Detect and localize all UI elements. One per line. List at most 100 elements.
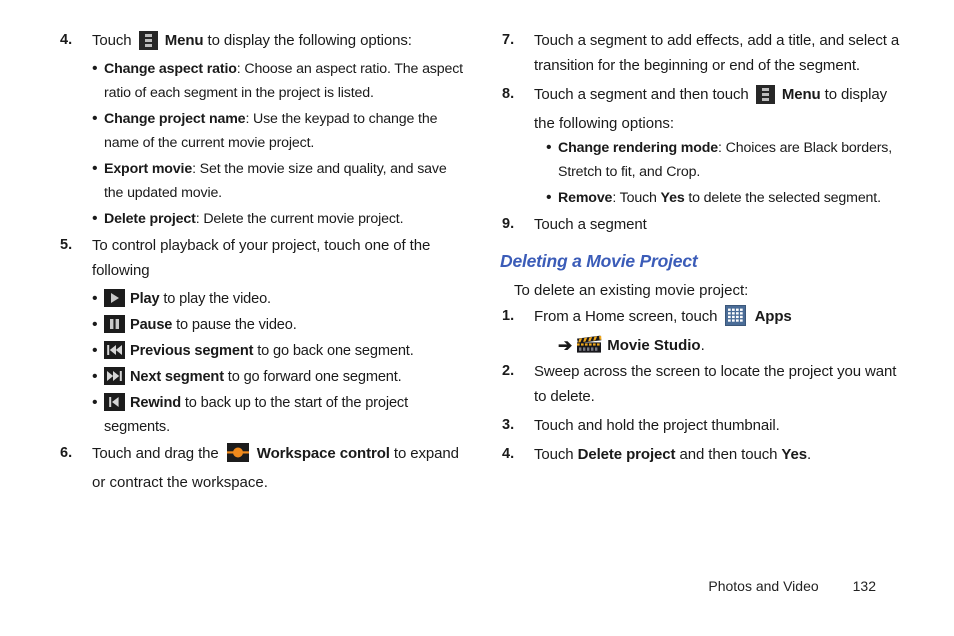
bullet-desc-1: : Touch: [612, 190, 661, 206]
play-icon: [104, 289, 125, 307]
bullet-next-segment: • Next segment to go forward one segment…: [58, 365, 468, 389]
step-4-lead: Touch: [92, 32, 136, 49]
step-text: Touch Delete project and then touch Yes.: [534, 442, 910, 467]
delete-step-1: 1. From a Home screen, touch Apps: [500, 304, 910, 329]
step-6-tail: to expand: [389, 445, 459, 462]
footer-section-title: Photos and Video: [708, 578, 819, 594]
bullet-text: Change rendering mode: Choices are Black…: [558, 136, 910, 184]
bullet-text: Previous segment to go back one segment.: [104, 339, 468, 363]
step-1-lead: From a Home screen, touch: [534, 308, 722, 325]
bullet-term: Change aspect ratio: [104, 61, 237, 77]
bullet-rewind: • Rewind to back up to the start of the …: [58, 391, 468, 439]
step-text: Sweep across the screen to locate the pr…: [534, 363, 897, 405]
arrow-icon: ➔: [558, 336, 573, 355]
step-5: 5. To control playback of your project, …: [58, 233, 468, 283]
step-number: 8.: [502, 86, 515, 102]
step-number: 4.: [60, 32, 73, 48]
bullet-dot: •: [546, 189, 552, 206]
apps-label: Apps: [754, 308, 792, 325]
bullet-term: Next segment: [130, 369, 224, 385]
step-number: 2.: [502, 363, 515, 379]
bullet-export-movie: • Export movie: Set the movie size and q…: [58, 157, 468, 205]
step-8: 8. Touch a segment and then touch Menu t…: [500, 82, 910, 107]
step-4d-lead: Touch: [534, 446, 578, 463]
step-8-lead: Touch a segment and then touch: [534, 86, 753, 103]
bullet-term: Remove: [558, 190, 613, 206]
left-column: 4. Touch Menu to display the following o…: [58, 28, 468, 495]
bullet-change-rendering-mode: • Change rendering mode: Choices are Bla…: [500, 136, 910, 184]
previous-segment-icon: [104, 341, 125, 359]
step-text: Touch and drag the Workspace control to …: [92, 441, 468, 466]
bullet-dot: •: [92, 290, 98, 307]
bullet-term: Previous segment: [130, 343, 254, 359]
bullet-change-project-name: • Change project name: Use the keypad to…: [58, 107, 468, 155]
manual-page: 4. Touch Menu to display the following o…: [0, 0, 954, 636]
bullet-desc: : Delete the current movie project.: [195, 211, 404, 227]
step-number: 1.: [502, 308, 515, 324]
delete-step-3: 3. Touch and hold the project thumbnail.: [500, 413, 910, 438]
workspace-control-icon: [226, 443, 249, 462]
bullet-text: Export movie: Set the movie size and qua…: [104, 157, 468, 205]
bullet-text: Remove: Touch Yes to delete the selected…: [558, 186, 910, 210]
step-1-tail: .: [700, 337, 705, 354]
step-number: 7.: [502, 32, 515, 48]
delete-project-label: Delete project: [577, 446, 676, 463]
bullet-dot: •: [92, 342, 98, 359]
bullet-term: Rewind: [130, 395, 181, 411]
workspace-control-label: Workspace control: [256, 445, 390, 462]
pause-icon: [104, 315, 125, 333]
step-text: To control playback of your project, tou…: [92, 237, 431, 279]
footer-page-number: 132: [852, 578, 876, 594]
bullet-dot: •: [92, 110, 98, 127]
step-4: 4. Touch Menu to display the following o…: [58, 28, 468, 53]
bullet-term: Change rendering mode: [558, 140, 719, 156]
menu-label: Menu: [164, 32, 204, 49]
step-text: Touch a segment to add effects, add a ti…: [534, 32, 900, 74]
step-6: 6. Touch and drag the Workspace control …: [58, 441, 468, 466]
step-8-tail: to display: [820, 86, 888, 103]
bullet-dot: •: [92, 60, 98, 77]
step-number: 4.: [502, 446, 515, 462]
bullet-desc: to go forward one segment.: [223, 369, 402, 385]
step-text: Touch Menu to display the following opti…: [92, 28, 468, 53]
bullet-play: • Play to play the video.: [58, 287, 468, 311]
bullet-desc: to go back one segment.: [253, 343, 414, 359]
step-9: 9. Touch a segment: [500, 212, 910, 237]
delete-step-2: 2. Sweep across the screen to locate the…: [500, 359, 910, 409]
next-segment-icon: [104, 367, 125, 385]
step-6-lead: Touch and drag the: [92, 445, 223, 462]
step-number: 3.: [502, 417, 515, 433]
menu-icon: [755, 85, 775, 104]
right-column: 7. Touch a segment to add effects, add a…: [500, 28, 910, 471]
bullet-desc: to play the video.: [159, 291, 271, 307]
bullet-text: Change aspect ratio: Choose an aspect ra…: [104, 57, 468, 105]
bullet-text: Pause to pause the video.: [104, 313, 468, 337]
bullet-desc: to pause the video.: [172, 317, 297, 333]
bullet-delete-project: • Delete project: Delete the current mov…: [58, 207, 468, 231]
step-6-line2: or contract the workspace.: [92, 474, 268, 491]
step-number: 9.: [502, 216, 515, 232]
step-number: 6.: [60, 445, 73, 461]
bullet-dot: •: [92, 160, 98, 177]
bullet-text: Rewind to back up to the start of the pr…: [104, 391, 468, 439]
bullet-dot: •: [92, 394, 98, 411]
step-4d-tail: .: [806, 446, 812, 463]
section-heading: Deleting a Movie Project: [500, 251, 698, 271]
bullet-term: Pause: [130, 317, 173, 333]
bullet-yes: Yes: [660, 190, 685, 206]
bullet-dot: •: [92, 316, 98, 333]
step-text: Touch a segment: [534, 216, 647, 233]
bullet-desc-2: to delete the selected segment.: [684, 190, 881, 206]
section-intro: To delete an existing movie project:: [514, 282, 749, 299]
bullet-dot: •: [92, 210, 98, 227]
page-footer: Photos and Video 132: [0, 578, 954, 594]
yes-label: Yes: [781, 446, 807, 463]
bullet-remove: • Remove: Touch Yes to delete the select…: [500, 186, 910, 210]
step-text: Touch a segment and then touch Menu to d…: [534, 82, 910, 107]
bullet-term: Play: [130, 291, 160, 307]
bullet-term: Change project name: [104, 111, 246, 127]
step-4-tail: to display the following options:: [203, 32, 412, 49]
bullet-term: Delete project: [104, 211, 196, 227]
step-text: From a Home screen, touch Apps: [534, 304, 910, 329]
bullet-change-aspect-ratio: • Change aspect ratio: Choose an aspect …: [58, 57, 468, 105]
